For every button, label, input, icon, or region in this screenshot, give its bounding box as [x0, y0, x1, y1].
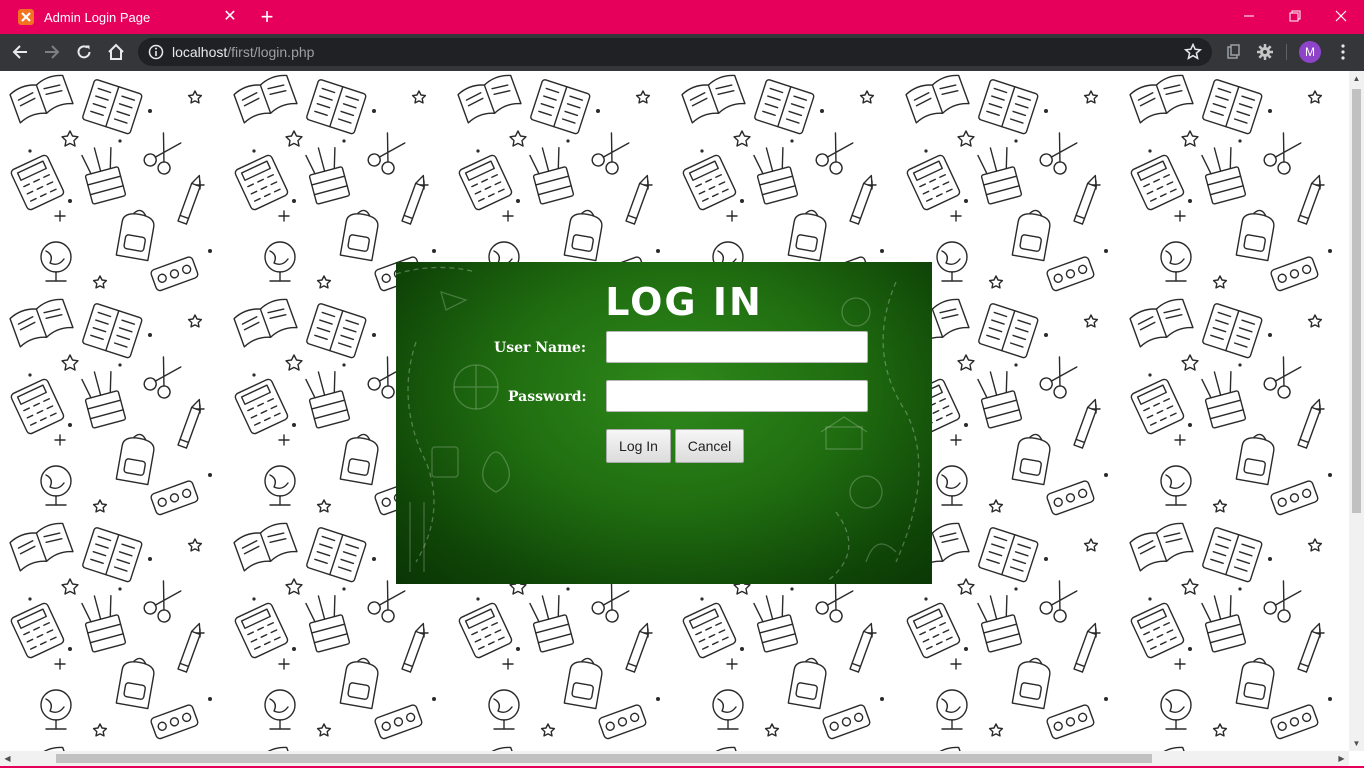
star-icon[interactable] — [1184, 43, 1202, 61]
cancel-button[interactable]: Cancel — [675, 429, 744, 463]
toolbar-divider — [1286, 44, 1287, 60]
gear-icon[interactable] — [1254, 41, 1276, 63]
url-text[interactable]: localhost/first/login.php — [172, 44, 314, 60]
horizontal-scrollbar[interactable]: ◀ ▶ — [0, 751, 1349, 766]
username-label: User Name: — [494, 340, 587, 356]
password-input[interactable] — [606, 380, 868, 412]
tab-title: Admin Login Page — [44, 9, 151, 25]
username-input[interactable] — [606, 331, 868, 363]
restore-button[interactable] — [1272, 0, 1318, 32]
scroll-up-arrow-icon[interactable]: ▲ — [1349, 71, 1364, 86]
info-icon[interactable] — [148, 44, 164, 60]
url-host: localhost — [172, 44, 228, 60]
more-vert-icon[interactable] — [1334, 41, 1352, 63]
home-icon[interactable] — [102, 38, 130, 66]
browser-toolbar: localhost/first/login.php M — [0, 34, 1364, 71]
scroll-down-arrow-icon[interactable]: ▼ — [1349, 736, 1364, 751]
vertical-scroll-thumb[interactable] — [1352, 89, 1361, 513]
login-panel: LOG IN User Name: Password: Log In Cance… — [396, 262, 932, 584]
url-path: /first/login.php — [227, 44, 315, 60]
horizontal-scroll-thumb[interactable] — [56, 754, 1152, 763]
close-window-button[interactable] — [1318, 0, 1364, 32]
forward-arrow-icon[interactable] — [38, 38, 66, 66]
profile-avatar[interactable]: M — [1299, 41, 1321, 63]
new-tab-button[interactable]: + — [255, 5, 279, 29]
vertical-scrollbar[interactable]: ▲ ▼ — [1349, 71, 1364, 751]
address-bar[interactable]: localhost/first/login.php — [138, 38, 1212, 66]
clipboard-icon[interactable] — [1222, 41, 1244, 63]
active-tab[interactable]: Admin Login Page ✕ — [8, 0, 244, 34]
password-label: Password: — [508, 389, 587, 405]
scroll-right-arrow-icon[interactable]: ▶ — [1334, 751, 1349, 766]
scroll-left-arrow-icon[interactable]: ◀ — [0, 751, 15, 766]
xampp-favicon-icon — [18, 9, 34, 25]
login-title: LOG IN — [605, 280, 763, 324]
close-icon[interactable]: ✕ — [220, 7, 240, 27]
minimize-button[interactable] — [1226, 0, 1272, 32]
login-button[interactable]: Log In — [606, 429, 671, 463]
title-bar: Admin Login Page ✕ + — [0, 0, 1364, 34]
reload-icon[interactable] — [70, 38, 98, 66]
back-arrow-icon[interactable] — [6, 38, 34, 66]
